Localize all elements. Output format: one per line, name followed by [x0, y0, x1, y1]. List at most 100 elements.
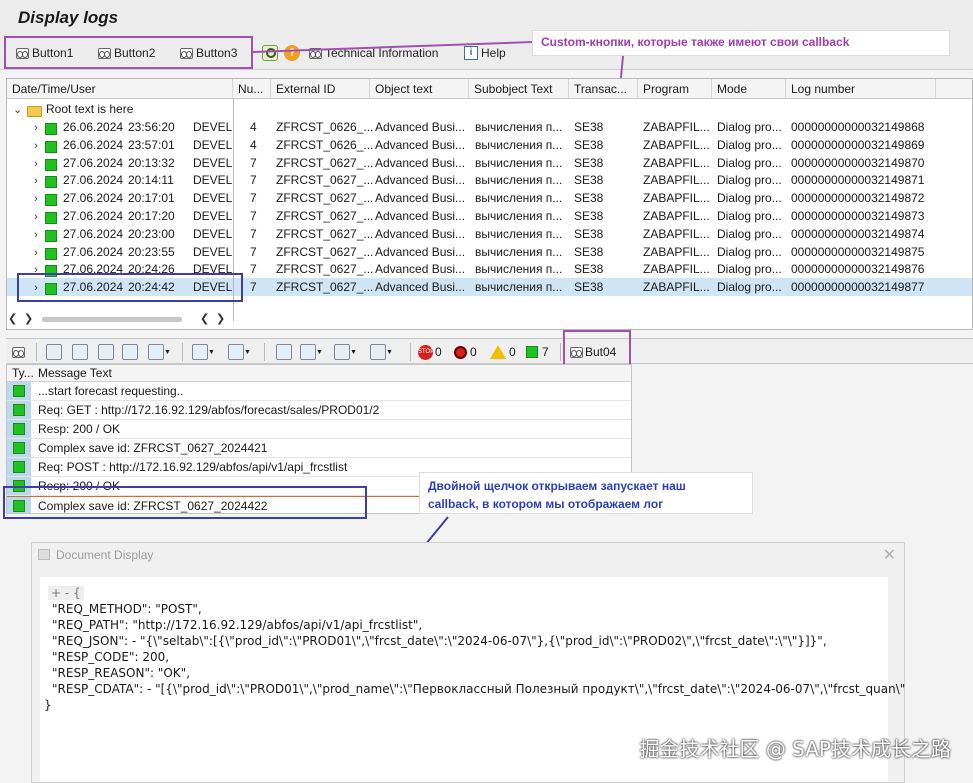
message-row[interactable]: Resp: 200 / OK: [7, 420, 631, 439]
cell-user: DEVELO: [193, 173, 233, 188]
tree-root-label: Root text is here: [46, 102, 134, 116]
cell-num: 7: [250, 262, 257, 277]
table-row[interactable]: › 27.06.2024 20:17:20 DEVELO 7 ZFRCST_0627_..…: [7, 207, 972, 225]
col-log-number[interactable]: Log number: [786, 79, 936, 99]
sort-descending-button[interactable]: [72, 343, 88, 361]
find-button-2[interactable]: [98, 343, 114, 361]
cell-prog: ZABAPFIL...: [643, 120, 710, 134]
annotation-callout-line2: callback, в котором мы отображаем лог: [428, 497, 664, 511]
details-button[interactable]: [12, 343, 25, 361]
export-button[interactable]: ▼: [334, 343, 357, 361]
cell-prog: ZABAPFIL...: [643, 280, 710, 295]
success-icon: [13, 461, 25, 473]
col-number[interactable]: Nu...: [233, 79, 271, 99]
cell-lognum: 00000000000032149872: [791, 191, 925, 206]
cell-mode: Dialog pro...: [717, 280, 782, 295]
json-expand-controls[interactable]: + - {: [48, 585, 84, 601]
expand-collapse-toggle[interactable]: + - {: [48, 586, 84, 600]
col-mode[interactable]: Mode: [712, 79, 786, 99]
cell-ext: ZFRCST_0627_...: [276, 262, 374, 277]
cell-tcode: SE38: [574, 226, 604, 241]
col-datetime-user[interactable]: Date/Time/User: [7, 79, 233, 99]
table-row[interactable]: › 26.06.2024 23:56:20 DEVELO 4 ZFRCST_0626_..…: [7, 118, 972, 136]
layout-button[interactable]: ▼: [370, 343, 393, 361]
table-row[interactable]: › 27.06.2024 20:17:01 DEVELO 7 ZFRCST_0627_..…: [7, 189, 972, 207]
col-object-text[interactable]: Object text: [370, 79, 469, 99]
table-row[interactable]: › 27.06.2024 20:13:32 DEVELO 7 ZFRCST_0627_..…: [7, 154, 972, 172]
expand-chevron-icon[interactable]: ›: [32, 207, 40, 225]
cell-mode: Dialog pro...: [717, 173, 782, 188]
cell-obj: Advanced Busi...: [375, 173, 466, 188]
percent-button[interactable]: ▼: [228, 343, 251, 361]
cell-obj: Advanced Busi...: [375, 262, 466, 277]
scroll-left-icon[interactable]: ❮: [200, 312, 209, 325]
scroll-right-icon[interactable]: ❯: [216, 312, 225, 325]
cell-num: 7: [250, 191, 257, 206]
json-line: "REQ_METHOD": "POST",: [52, 602, 202, 616]
annotation-callout-dblclick: Двойной щелчок открываем запускает наш c…: [419, 472, 753, 514]
cell-date: 27.06.2024: [63, 226, 124, 241]
message-row[interactable]: ...start forecast requesting..: [7, 382, 631, 401]
sum-icon: [192, 344, 208, 360]
filter-button[interactable]: ▼: [148, 343, 171, 361]
filter-success[interactable]: 7: [526, 343, 549, 361]
table-row[interactable]: › 27.06.2024 20:14:11 DEVELO 7 ZFRCST_0627_..…: [7, 171, 972, 189]
message-row[interactable]: Req: GET : http://172.16.92.129/abfos/fo…: [7, 401, 631, 420]
cell-user: DEVELO: [193, 226, 233, 241]
col-message-text[interactable]: Message Text: [38, 366, 112, 380]
print-button[interactable]: [276, 343, 292, 361]
cell-tcode: SE38: [574, 155, 604, 170]
expand-chevron-icon[interactable]: ›: [32, 171, 40, 189]
col-type[interactable]: Ty...: [12, 366, 34, 380]
cell-lognum: 00000000000032149877: [791, 280, 925, 295]
sort-ascending-button[interactable]: [46, 343, 62, 361]
col-program[interactable]: Program: [638, 79, 712, 99]
expand-chevron-icon[interactable]: ›: [32, 118, 40, 136]
table-row[interactable]: › 27.06.2024 20:23:55 DEVELO 7 ZFRCST_0627_..…: [7, 243, 972, 261]
find-next-button[interactable]: [122, 343, 138, 361]
expand-chevron-icon[interactable]: ›: [32, 225, 40, 243]
cell-obj: Advanced Busi...: [375, 191, 466, 206]
scroll-left-icon[interactable]: ❮: [8, 312, 17, 325]
cell-num: 7: [250, 173, 257, 188]
cell-sub: вычисления п...: [475, 226, 563, 241]
json-line: "RESP_CDATA": - "[{\"prod_id\":\"PROD01\…: [52, 682, 906, 696]
expand-chevron-icon[interactable]: ›: [32, 154, 40, 172]
cell-tcode: SE38: [574, 209, 604, 223]
filter-stop-errors[interactable]: STOP 0: [418, 343, 442, 361]
expand-chevron-icon[interactable]: ›: [32, 243, 40, 261]
col-transaction[interactable]: Transac...: [569, 79, 638, 99]
col-external-id[interactable]: External ID: [271, 79, 370, 99]
horizontal-scrollbar[interactable]: ❮ ❯ ❮ ❯: [6, 312, 231, 326]
cell-user: DEVELO: [193, 209, 233, 223]
cell-time: 23:57:01: [128, 137, 175, 152]
log-grid-header: Date/Time/User Nu... External ID Object …: [7, 79, 972, 99]
message-row[interactable]: Complex save id: ZFRCST_0627_2024421: [7, 439, 631, 458]
json-line: "RESP_CODE": 200,: [52, 650, 170, 664]
total-button[interactable]: ▼: [192, 343, 215, 361]
cell-mode: Dialog pro...: [717, 244, 782, 259]
cell-mode: Dialog pro...: [717, 209, 782, 223]
cell-obj: Advanced Busi...: [375, 155, 466, 170]
cell-sub: вычисления п...: [475, 173, 563, 188]
filter-warnings[interactable]: 0: [490, 343, 516, 361]
document-icon: [38, 549, 50, 560]
scroll-thumb[interactable]: [42, 317, 182, 322]
cell-time: 20:23:00: [128, 226, 175, 241]
close-icon[interactable]: ✕: [883, 545, 896, 565]
filter-errors[interactable]: 0: [454, 343, 477, 361]
count-errors: 0: [470, 345, 477, 359]
expand-chevron-icon[interactable]: ›: [32, 189, 40, 207]
cell-date: 26.06.2024: [63, 120, 124, 134]
expand-chevron-icon[interactable]: ›: [32, 136, 40, 154]
printer-icon: [276, 344, 292, 360]
table-row[interactable]: › 26.06.2024 23:57:01 DEVELO 4 ZFRCST_0626_..…: [7, 136, 972, 154]
scroll-right-icon[interactable]: ❯: [24, 312, 33, 325]
cell-ext: ZFRCST_0626_...: [276, 120, 374, 134]
collapse-chevron-icon[interactable]: ⌄: [13, 100, 21, 118]
col-subobject-text[interactable]: Subobject Text: [469, 79, 569, 99]
tree-root[interactable]: ⌄ Root text is here: [7, 100, 972, 118]
cell-obj: Advanced Busi...: [375, 226, 466, 241]
views-button[interactable]: ▼: [300, 343, 323, 361]
table-row[interactable]: › 27.06.2024 20:23:00 DEVELO 7 ZFRCST_0627_..…: [7, 225, 972, 243]
